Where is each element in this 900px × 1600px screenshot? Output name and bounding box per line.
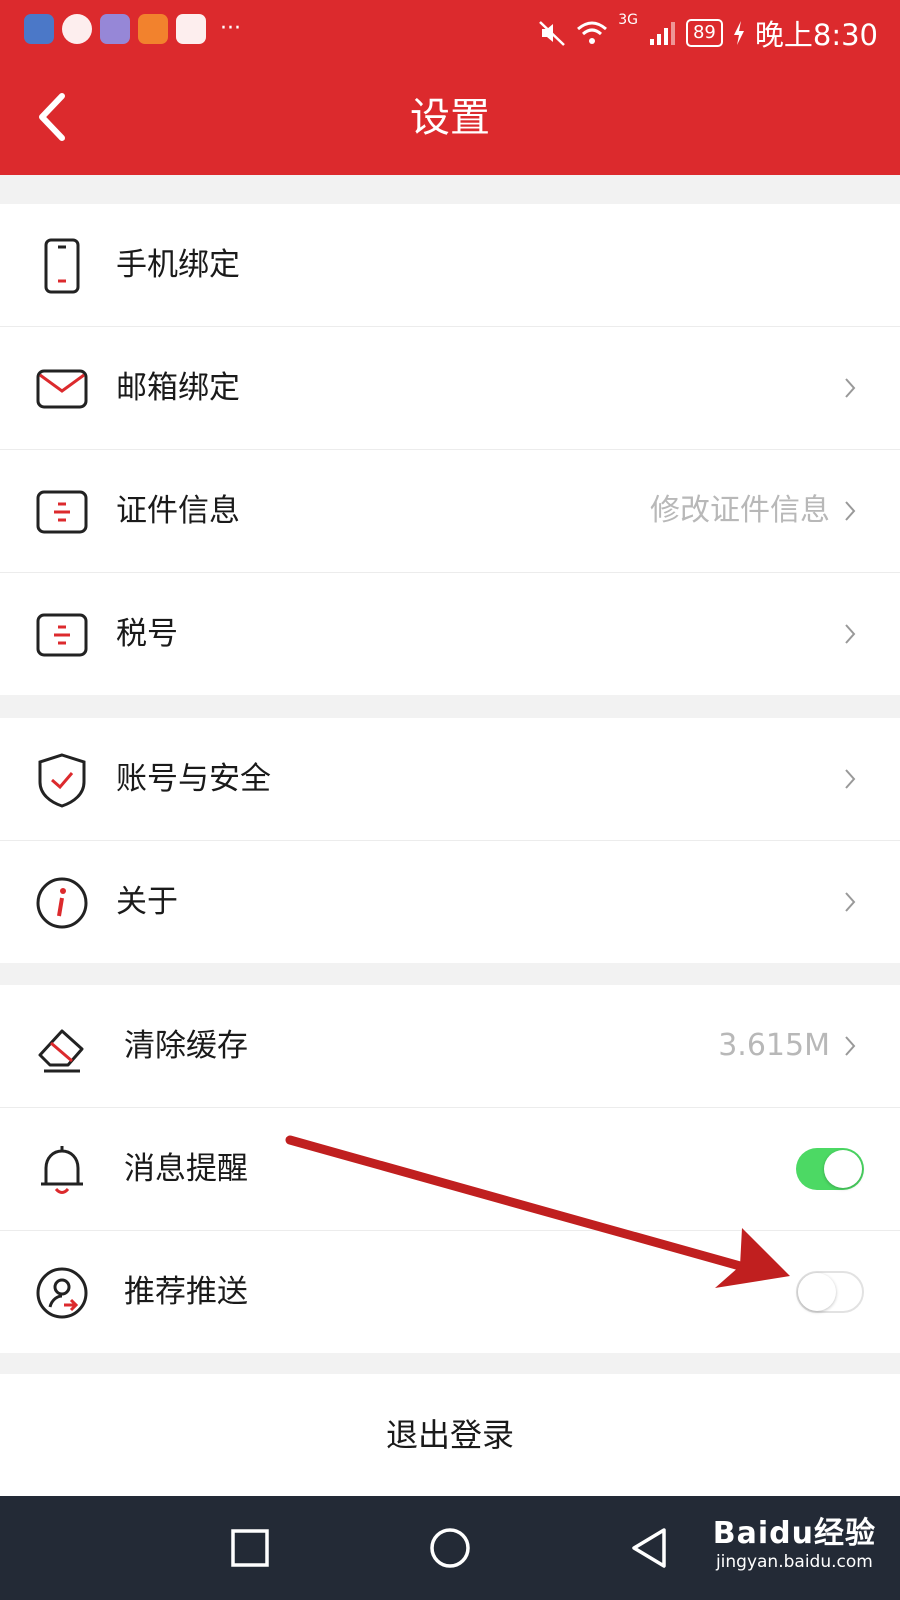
row-about[interactable]: 关于 [0,841,900,963]
page-title: 设置 [410,95,490,141]
mail-icon [36,369,88,409]
row-value: 修改证件信息 [650,493,830,528]
chevron-right-icon [845,1036,856,1056]
cache-size: 3.615M [718,1028,830,1063]
chevron-right-icon [845,501,856,521]
toggle-knob [798,1273,836,1311]
user-push-icon [36,1267,88,1319]
status-bar: ··· 3G 89 晚上8:30 [0,0,900,60]
chat-app-icon [62,14,92,44]
row-phone-binding[interactable]: 手机绑定 [0,204,900,327]
browser-app-icon [100,14,130,44]
row-label: 税号 [116,616,178,652]
charging-icon [733,21,744,45]
system-nav-bar: Baidu经验 jingyan.baidu.com [0,1496,900,1600]
row-message-reminder: 消息提醒 [0,1108,900,1231]
shield-app-icon [24,14,54,44]
clock: 晚上8:30 [754,18,878,52]
watermark-url: jingyan.baidu.com [715,1552,873,1572]
home-icon[interactable] [428,1526,472,1570]
chevron-right-icon [845,378,856,398]
tax-card-icon [36,613,88,657]
chevron-right-icon [845,624,856,644]
watermark: Baidu经验 jingyan.baidu.com [713,1508,876,1572]
shield-check-icon [38,753,86,808]
row-clear-cache[interactable]: 清除缓存 3.615M [0,985,900,1108]
recommend-push-toggle[interactable] [796,1271,864,1313]
mute-icon [539,21,566,46]
eraser-icon [38,1029,84,1073]
binding-group: 手机绑定 邮箱绑定 证件信息 修改证件信息 税号 [0,204,900,695]
row-label: 清除缓存 [124,1028,248,1064]
recent-apps-icon[interactable] [228,1526,272,1570]
account-group: 账号与安全 关于 [0,718,900,963]
notification-icons: ··· [24,14,241,44]
row-tax-number[interactable]: 税号 [0,573,900,695]
message-reminder-toggle[interactable] [796,1148,864,1190]
row-id-info[interactable]: 证件信息 修改证件信息 [0,450,900,573]
network-type: 3G [618,12,638,28]
row-label: 推荐推送 [124,1274,248,1310]
signal-icon [649,22,675,45]
row-label: 邮箱绑定 [116,370,240,406]
info-icon [36,877,88,929]
id-card-icon [36,490,88,534]
logout-button[interactable]: 退出登录 [0,1374,900,1496]
phone-icon [44,238,80,294]
stack-app-icon [138,14,168,44]
more-notifications: ··· [220,16,241,41]
chevron-right-icon [845,769,856,789]
chevron-right-icon [845,892,856,912]
wifi-icon [577,21,608,44]
row-label: 手机绑定 [116,247,240,283]
row-label: 证件信息 [116,493,240,529]
row-account-security[interactable]: 账号与安全 [0,718,900,841]
app-header: ··· 3G 89 晚上8:30 设置 [0,0,900,175]
row-recommend-push: 推荐推送 [0,1231,900,1353]
preferences-group: 清除缓存 3.615M 消息提醒 推荐推送 [0,985,900,1353]
bell-icon [41,1146,83,1194]
system-status: 3G 89 晚上8:30 [538,12,878,54]
store-app-icon [176,14,206,44]
row-label: 账号与安全 [116,761,271,797]
back-nav-icon[interactable] [628,1526,672,1570]
row-label: 消息提醒 [124,1151,248,1187]
watermark-brand: Baidu经验 [712,1516,876,1551]
toggle-knob [824,1150,862,1188]
row-label: 关于 [116,884,178,920]
row-email-binding[interactable]: 邮箱绑定 [0,327,900,450]
battery-indicator: 89 [685,19,723,47]
